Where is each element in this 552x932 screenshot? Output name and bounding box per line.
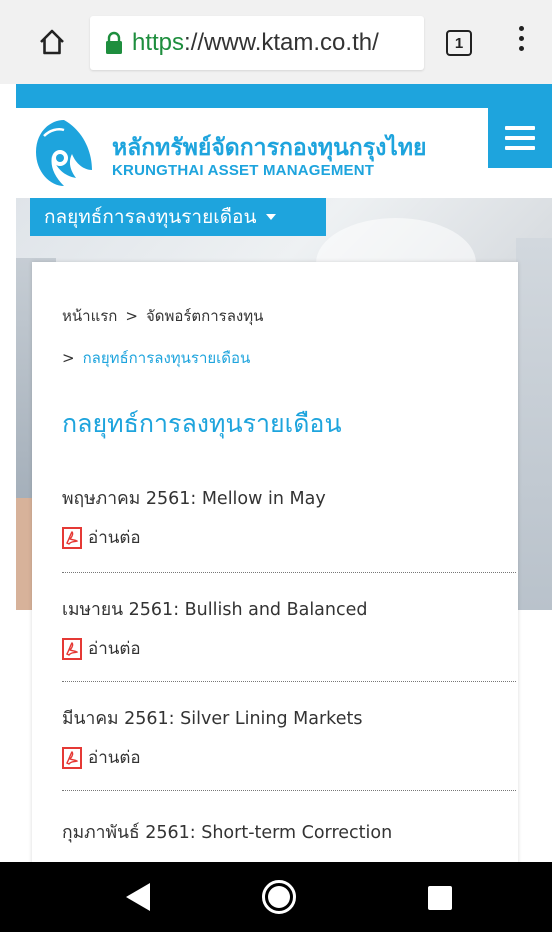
divider	[62, 790, 516, 791]
browser-home-button[interactable]	[32, 22, 72, 62]
site-header: หลักทรัพย์จัดการกองทุนกรุงไทย KRUNGTHAI …	[16, 108, 552, 198]
strategy-dropdown-label: กลยุทธ์การลงทุนรายเดือน	[44, 206, 257, 228]
back-icon[interactable]	[126, 883, 150, 911]
divider	[62, 572, 516, 573]
address-bar[interactable]: https://www.ktam.co.th/	[90, 16, 424, 70]
entry-title: กุมภาพันธ์ 2561: Short-term Correction	[62, 823, 393, 843]
breadcrumb: หน้าแรก > จัดพอร์ตการลงทุน	[62, 304, 263, 328]
web-page: หลักทรัพย์จัดการกองทุนกรุงไทย KRUNGTHAI …	[16, 84, 552, 862]
list-item: กุมภาพันธ์ 2561: Short-term Correction	[62, 818, 516, 846]
read-more-link[interactable]: อ่านต่อ	[62, 744, 516, 771]
tabs-button[interactable]: 1	[446, 30, 472, 56]
url-host: ://www.ktam.co.th/	[184, 29, 379, 56]
breadcrumb-separator: >	[62, 349, 75, 367]
pdf-icon	[62, 526, 82, 549]
breadcrumb-home-link[interactable]: หน้าแรก	[62, 307, 117, 325]
site-name-thai[interactable]: หลักทรัพย์จัดการกองทุนกรุงไทย	[112, 130, 427, 166]
read-more-label: อ่านต่อ	[88, 528, 141, 548]
pdf-icon	[62, 746, 82, 769]
tab-count: 1	[454, 34, 464, 52]
read-more-label: อ่านต่อ	[88, 639, 141, 659]
content-card: หน้าแรก > จัดพอร์ตการลงทุน > กลยุทธ์การลงทุ…	[32, 262, 518, 862]
pdf-icon	[62, 637, 82, 660]
caret-down-icon	[266, 214, 277, 220]
system-nav-bar	[0, 862, 552, 932]
divider	[62, 681, 516, 682]
list-item: พฤษภาคม 2561: Mellow in May อ่านต่อ	[62, 484, 516, 551]
entry-title: มีนาคม 2561: Silver Lining Markets	[62, 709, 363, 729]
top-stripe	[16, 84, 552, 108]
ktam-logo-icon[interactable]	[30, 116, 98, 190]
read-more-label: อ่านต่อ	[88, 748, 141, 768]
url-scheme: https	[132, 29, 185, 56]
site-name-english[interactable]: KRUNGTHAI ASSET MANAGEMENT	[112, 162, 374, 179]
read-more-link[interactable]: อ่านต่อ	[62, 635, 516, 662]
read-more-link[interactable]: อ่านต่อ	[62, 524, 516, 551]
page-title: กลยุทธ์การลงทุนรายเดือน	[62, 409, 342, 438]
home-icon	[40, 29, 64, 55]
list-item: มีนาคม 2561: Silver Lining Markets อ่านต…	[62, 704, 516, 771]
more-vert-icon[interactable]	[516, 26, 526, 62]
breadcrumb-portfolio-link[interactable]: จัดพอร์ตการลงทุน	[146, 307, 263, 325]
browser-toolbar: https://www.ktam.co.th/ 1	[0, 0, 552, 84]
list-item: เมษายน 2561: Bullish and Balanced อ่านต่…	[62, 595, 516, 662]
breadcrumb-current[interactable]: กลยุทธ์การลงทุนรายเดือน	[83, 349, 251, 367]
hamburger-icon[interactable]	[488, 108, 552, 168]
strategy-dropdown-button[interactable]: กลยุทธ์การลงทุนรายเดือน	[30, 198, 326, 236]
lock-icon	[106, 31, 122, 54]
entry-title: เมษายน 2561: Bullish and Balanced	[62, 600, 368, 620]
url-text: https://www.ktam.co.th/	[132, 29, 379, 57]
recents-icon[interactable]	[428, 886, 452, 910]
breadcrumb-separator: >	[125, 307, 138, 325]
home-nav-icon[interactable]	[262, 880, 296, 914]
breadcrumb-current-row: > กลยุทธ์การลงทุนรายเดือน	[62, 346, 250, 370]
entry-title: พฤษภาคม 2561: Mellow in May	[62, 489, 326, 509]
